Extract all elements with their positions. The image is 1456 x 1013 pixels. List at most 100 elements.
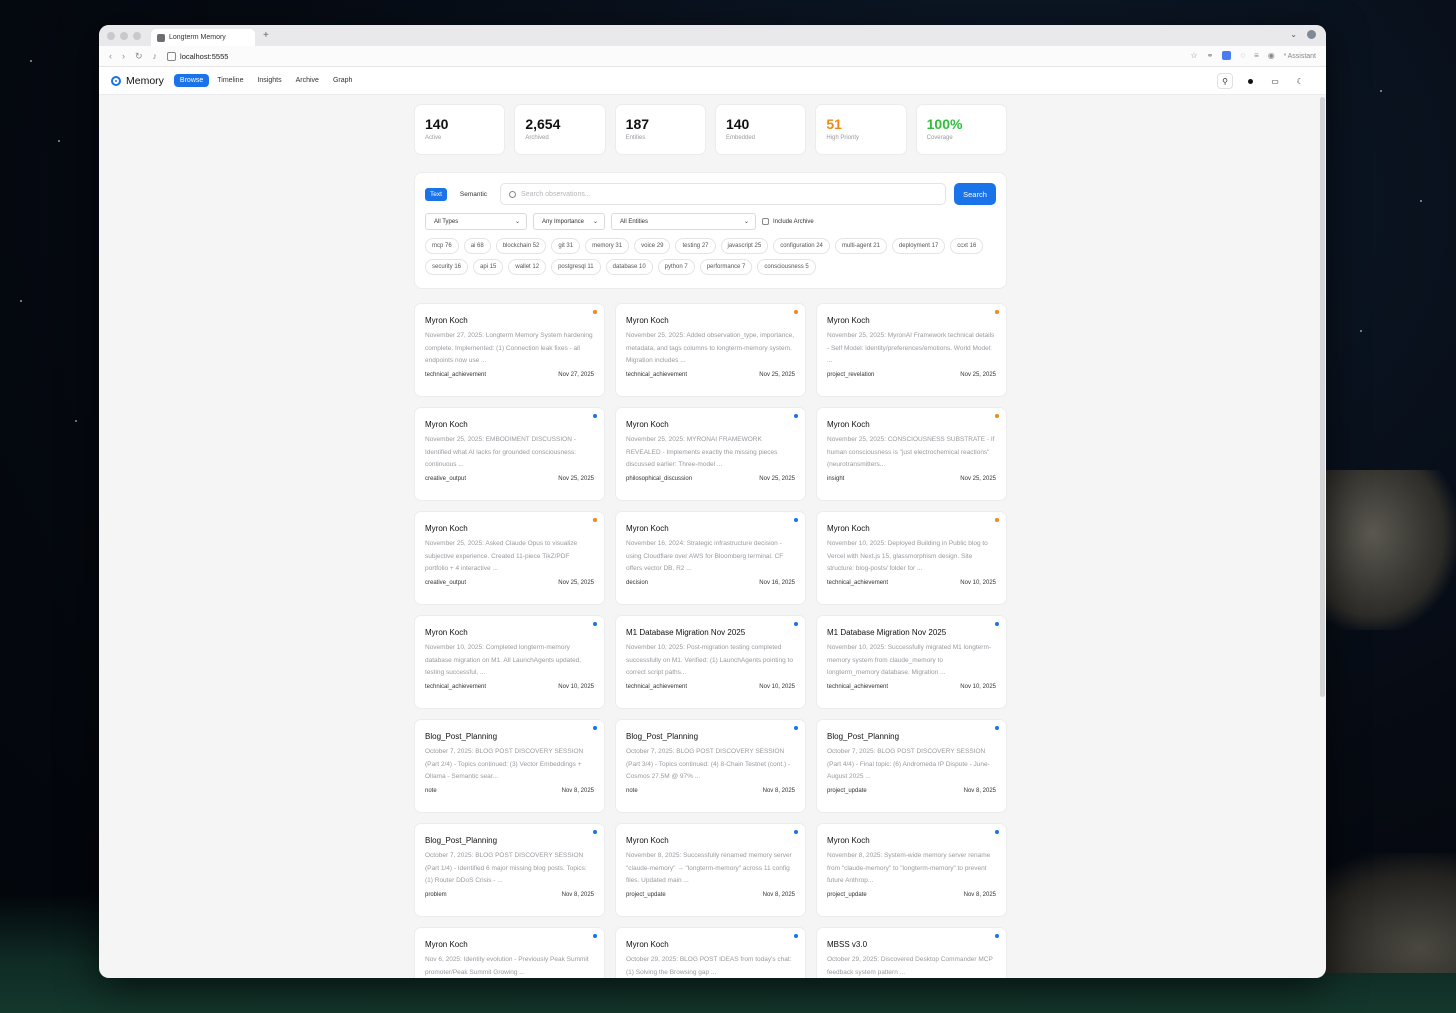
tag-chip[interactable]: performance 7 [699,259,753,275]
observation-card[interactable]: Myron Koch November 8, 2025: Successfully… [615,823,806,917]
page-scrollbar[interactable] [1320,97,1325,697]
tag-chip[interactable]: testing 27 [675,238,716,254]
card-body: November 10, 2025: Successfully migrated… [827,644,992,676]
status-dot-icon[interactable] [1242,73,1258,89]
observation-card[interactable]: Blog_Post_Planning October 7, 2025: BLOG … [816,719,1007,813]
entities-select[interactable]: All Entities ⌄ [611,213,756,230]
tag-chip[interactable]: consciousness 5 [757,259,816,275]
tab-list-chevron-icon[interactable]: ⌄ [1290,30,1297,39]
search-input[interactable]: Search observations... [500,183,946,205]
tag-chip[interactable]: wallet 12 [508,259,547,275]
extension-icon[interactable] [1222,51,1232,60]
tag-chip[interactable]: blockchain 52 [495,238,547,254]
observation-card[interactable]: M1 Database Migration Nov 2025 November 1… [816,615,1007,709]
observation-card[interactable]: Blog_Post_Planning October 7, 2025: BLOG … [615,719,806,813]
tag-chip[interactable]: voice 29 [634,238,671,254]
nav-insights[interactable]: Insights [251,74,287,87]
brand[interactable]: Memory [111,75,164,87]
tag-chip[interactable]: ai 68 [463,238,491,254]
zoom-window-button[interactable] [133,31,141,40]
tag-chip[interactable]: multi-agent 21 [834,238,887,254]
card-title: M1 Database Migration Nov 2025 [827,628,947,637]
forward-arrow-icon[interactable]: › [122,51,125,61]
mode-text-button[interactable]: Text [425,187,447,201]
observation-card[interactable]: Blog_Post_Planning October 7, 2025: BLOG … [414,823,605,917]
nav-timeline[interactable]: Timeline [211,74,249,87]
tag-chip[interactable]: database 10 [605,259,653,275]
dark-mode-moon-icon[interactable]: ☾ [1292,73,1308,89]
observation-card[interactable]: Myron Koch November 25, 2025: CONSCIOUSNE… [816,407,1007,501]
assistant-button[interactable]: ❛ Assistant [1284,52,1316,60]
observation-card[interactable]: Myron Koch November 25, 2025: MYRONAI FRA… [615,407,806,501]
browser-tab[interactable]: Longterm Memory [151,29,255,46]
tag-chip[interactable]: deployment 17 [891,238,946,254]
tag-chip[interactable]: mcp 76 [425,238,459,254]
observation-card[interactable]: Myron Koch November 25, 2025: EMBODIMENT … [414,407,605,501]
card-type: technical_achievement [626,684,688,690]
card-type: project_update [827,788,867,794]
monitor-icon[interactable]: ▭ [1267,73,1283,89]
nav-browse[interactable]: Browse [173,74,210,87]
bookmark-star-icon[interactable]: ☆ [1190,51,1197,60]
card-footer: note Nov 8, 2025 [626,788,795,794]
card-title: Myron Koch [626,836,669,845]
reload-icon[interactable]: ↻ [135,51,143,62]
search-button[interactable]: Search [954,183,996,205]
card-title: Myron Koch [626,420,669,429]
observation-card[interactable]: Blog_Post_Planning October 7, 2025: BLOG … [414,719,605,813]
microphone-icon[interactable]: ♪ [153,51,158,61]
address-bar-actions: ☆ ⚭ ◌ ≡ ◉ ❛ Assistant [1190,51,1316,60]
tag-chip[interactable]: ccxt 16 [950,238,984,254]
nav-archive[interactable]: Archive [290,74,325,87]
observation-card[interactable]: Myron Koch November 27, 2025: Longterm Me… [414,303,605,397]
tag-chip[interactable]: configuration 24 [773,238,830,254]
importance-select[interactable]: Any Importance ⌄ [533,213,605,230]
tag-chip[interactable]: security 16 [425,259,469,275]
observation-card[interactable]: Myron Koch October 29, 2025: BLOG POST ID… [615,927,806,978]
card-footer: problem Nov 8, 2025 [425,892,594,898]
new-tab-button[interactable]: + [263,30,269,41]
card-body: October 7, 2025: BLOG POST DISCOVERY SES… [827,748,990,780]
entities-select-value: All Entities [620,218,649,225]
observation-card[interactable]: Myron Koch November 16, 2024: Strategic i… [615,511,806,605]
observation-card[interactable]: MBSS v3.0 October 29, 2025: Discovered De… [816,927,1007,978]
observation-card[interactable]: Myron Koch November 25, 2025: MyronAI Fra… [816,303,1007,397]
observation-card[interactable]: Myron Koch November 10, 2025: Completed l… [414,615,605,709]
type-select[interactable]: All Types ⌄ [425,213,527,230]
observation-card[interactable]: Myron Koch Nov 6, 2025: Identity evolutio… [414,927,605,978]
site-info-icon[interactable] [167,51,177,61]
tag-chip[interactable]: javascript 25 [720,238,769,254]
importance-dot-icon [593,830,597,834]
card-title: Myron Koch [827,836,870,845]
checkbox-box[interactable] [762,218,769,225]
card-footer: technical_achievement Nov 10, 2025 [827,684,996,690]
tag-chip[interactable]: memory 31 [585,238,630,254]
nav-graph[interactable]: Graph [327,74,358,87]
card-date: Nov 8, 2025 [561,892,594,898]
profile-globe-icon[interactable] [1307,30,1316,39]
link-icon[interactable]: ⚭ [1207,51,1214,60]
back-arrow-icon[interactable]: ‹ [109,51,112,61]
mode-semantic-button[interactable]: Semantic [455,188,492,201]
url-field[interactable]: localhost:5555 [167,51,228,61]
close-window-button[interactable] [107,31,115,40]
include-archive-checkbox[interactable]: Include Archive [762,218,814,225]
observation-card[interactable]: Myron Koch November 10, 2025: Deployed Bu… [816,511,1007,605]
observation-card[interactable]: Myron Koch November 8, 2025: System-wide … [816,823,1007,917]
observation-card[interactable]: Myron Koch November 25, 2025: Asked Claud… [414,511,605,605]
minimize-window-button[interactable] [120,31,128,40]
tag-chip[interactable]: python 7 [657,259,695,275]
card-date: Nov 8, 2025 [561,788,594,794]
filter-icon[interactable]: ≡ [1254,51,1259,60]
eye-icon[interactable]: ◉ [1268,51,1275,60]
star [1380,90,1382,92]
tag-chip[interactable]: api 15 [473,259,504,275]
observation-card[interactable]: M1 Database Migration Nov 2025 November 1… [615,615,806,709]
refresh-extension-icon[interactable]: ◌ [1240,51,1245,60]
search-icon[interactable]: ⚲ [1217,73,1233,89]
tag-chip[interactable]: postgresql 11 [551,259,601,275]
card-title: Myron Koch [425,316,468,325]
observation-card[interactable]: Myron Koch November 25, 2025: Added obser… [615,303,806,397]
tag-chip[interactable]: git 31 [551,238,581,254]
card-body: November 10, 2025: Completed longterm-me… [425,644,582,676]
